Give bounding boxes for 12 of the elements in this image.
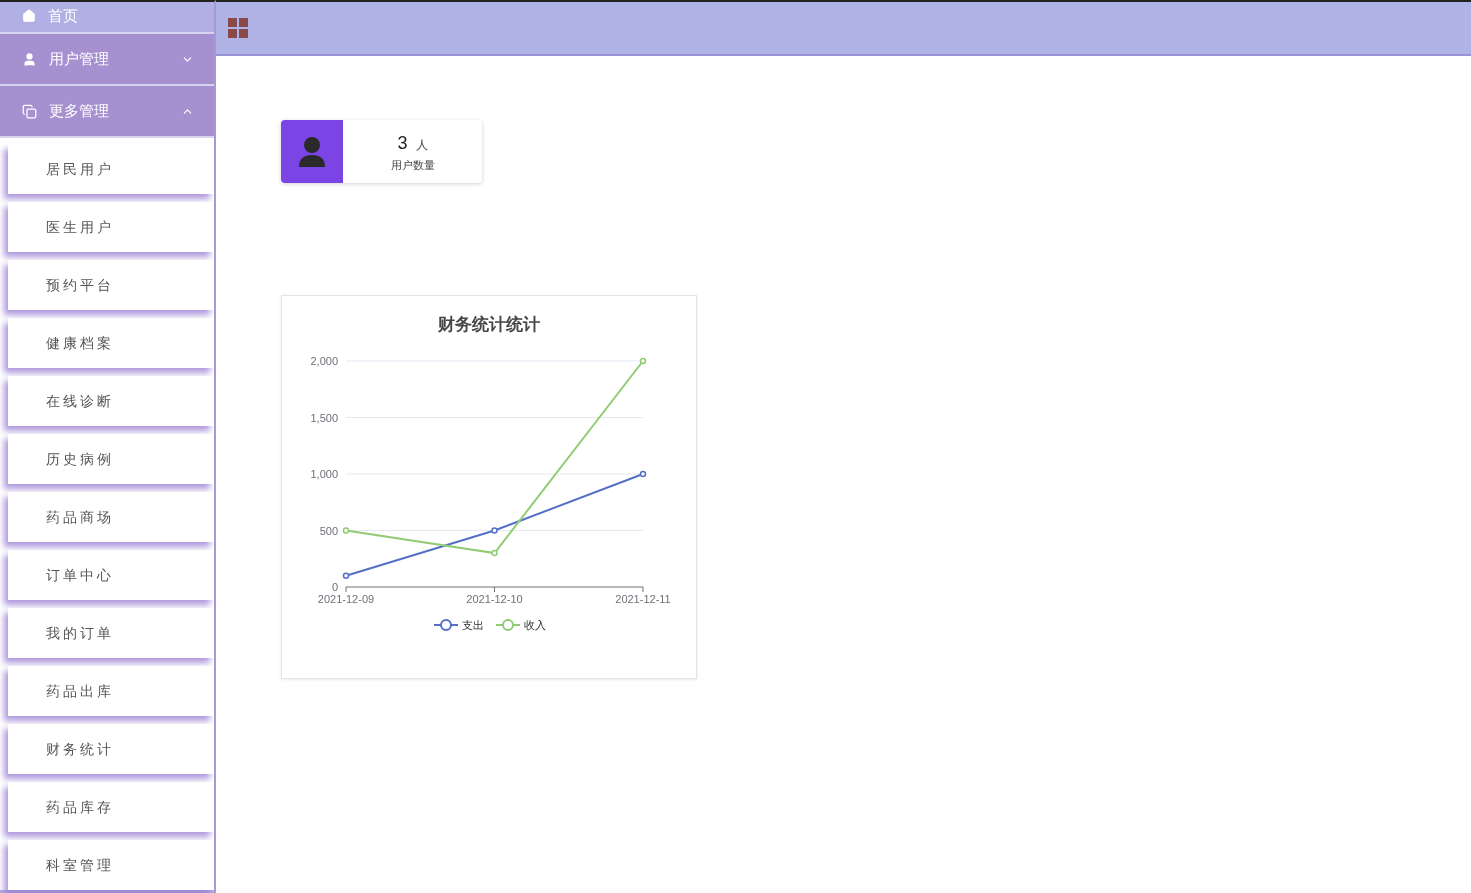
y-tick-label: 500 (319, 524, 338, 536)
x-tick-label: 2021-12-11 (615, 592, 671, 605)
x-tick-label: 2021-12-10 (466, 592, 523, 605)
stat-label: 用户数量 (390, 157, 435, 173)
y-tick-label: 1,000 (310, 467, 338, 480)
y-tick-label: 2,000 (310, 354, 338, 367)
stat-value: 3 (397, 131, 408, 155)
chart-title: 财务统计统计 (438, 314, 540, 336)
y-tick-label: 1,500 (310, 411, 338, 423)
y-tick-label: 0 (331, 580, 338, 593)
x-tick-label: 2021-12-09 (317, 592, 375, 605)
stat-unit: 人 (415, 136, 428, 154)
